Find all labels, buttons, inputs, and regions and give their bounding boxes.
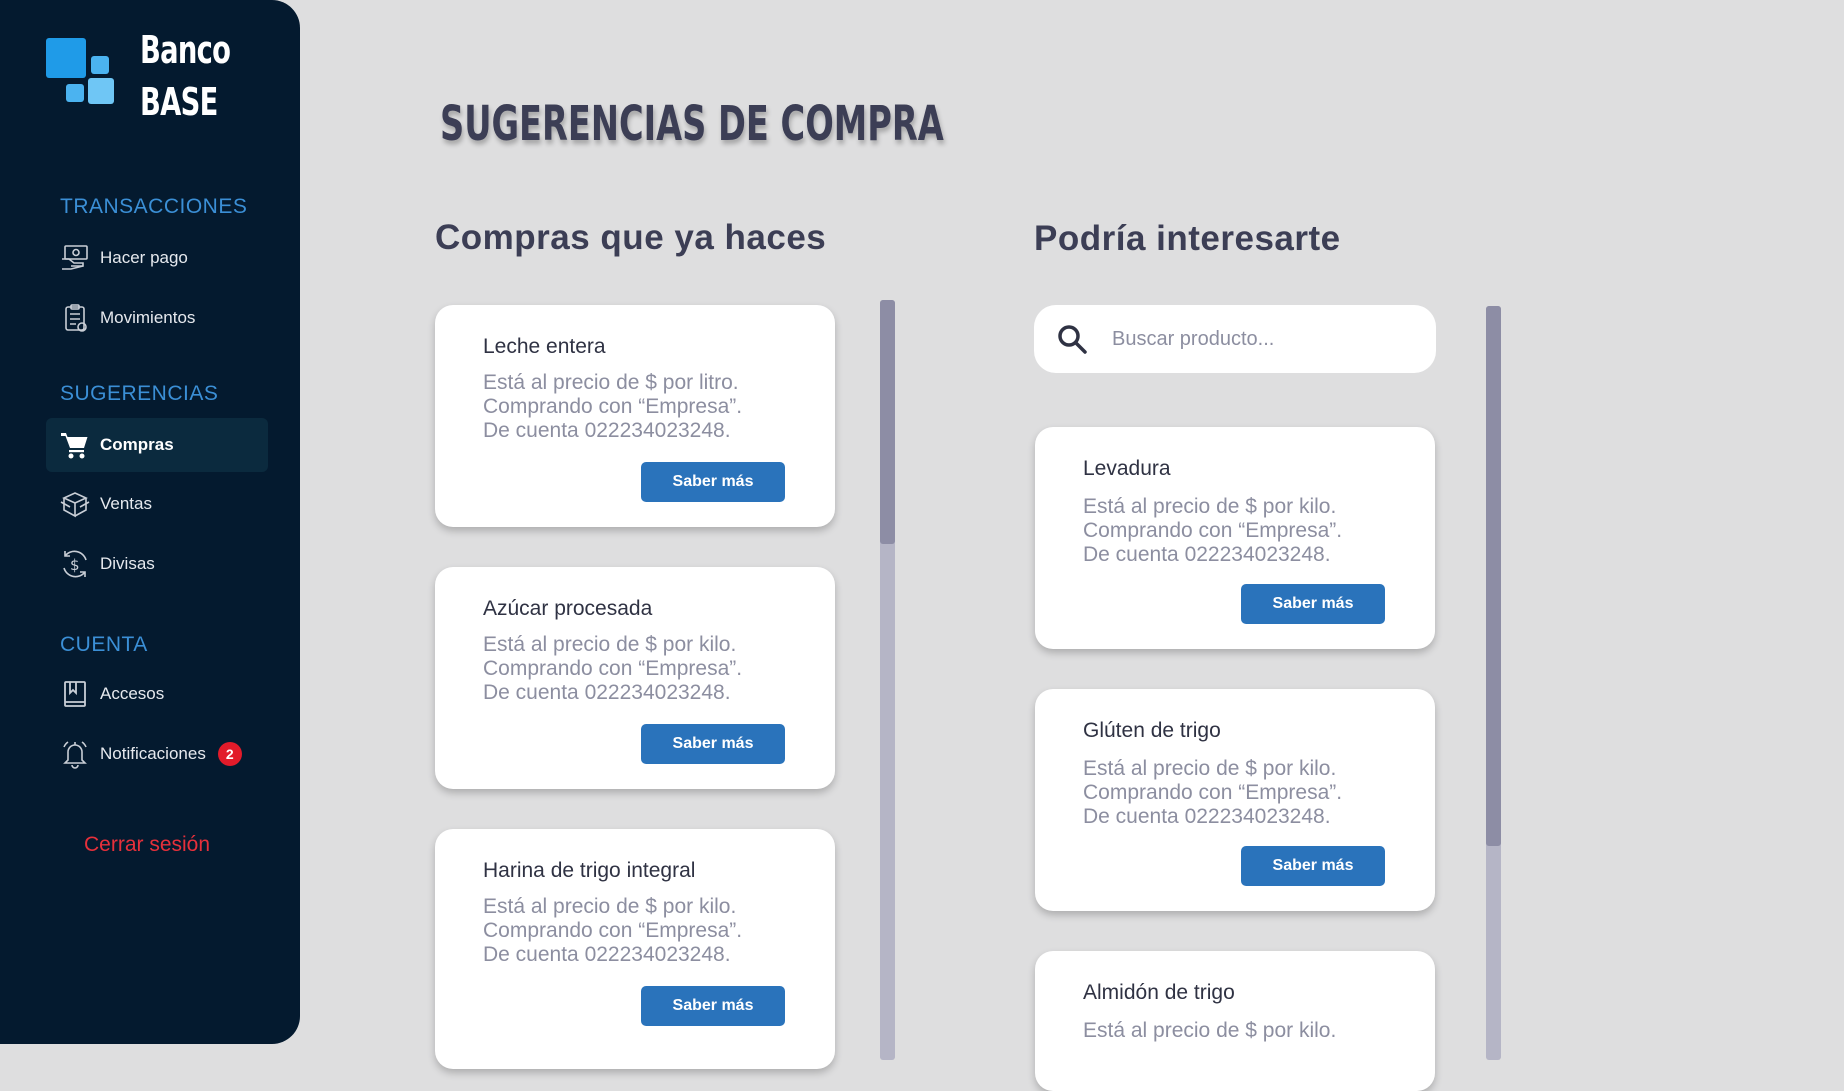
bank-logo-icon xyxy=(46,38,116,108)
saber-mas-button[interactable]: Saber más xyxy=(1241,846,1385,886)
card-description: Está al precio de $ por kilo. Comprando … xyxy=(483,633,743,704)
receipt-icon xyxy=(58,301,92,335)
search-input[interactable] xyxy=(1110,326,1414,352)
saber-mas-button[interactable]: Saber más xyxy=(641,986,785,1026)
sidebar-item-compras[interactable]: Compras xyxy=(46,418,268,472)
card-description: Está al precio de $ por kilo. Comprando … xyxy=(1083,757,1343,828)
card-product-name: Leche entera xyxy=(483,335,606,358)
card-description: Está al precio de $ por kilo. Comprando … xyxy=(483,895,743,966)
left-scrollbar[interactable] xyxy=(880,300,895,1060)
card-product-name: Levadura xyxy=(1083,457,1171,480)
notification-badge: 2 xyxy=(217,742,242,766)
sidebar-item-movimientos[interactable]: Movimientos xyxy=(46,291,268,345)
brand-name: Banco BASE xyxy=(140,24,231,128)
suggestion-card: Levadura Está al precio de $ por kilo. C… xyxy=(1035,427,1435,649)
saber-mas-button[interactable]: Saber más xyxy=(641,462,785,502)
svg-text:$: $ xyxy=(70,556,80,574)
card-description: Está al precio de $ por litro. Comprando… xyxy=(483,371,743,442)
sidebar-item-label: Divisas xyxy=(100,554,155,573)
suggestion-card: Almidón de trigo Está al precio de $ por… xyxy=(1035,951,1435,1091)
right-scrollbar[interactable] xyxy=(1486,306,1501,1060)
suggestion-card: Azúcar procesada Está al precio de $ por… xyxy=(435,567,835,789)
right-scrollbar-thumb[interactable] xyxy=(1486,306,1501,846)
suggestion-card: Harina de trigo integral Está al precio … xyxy=(435,829,835,1069)
sidebar-item-label: Movimientos xyxy=(100,308,196,327)
sidebar-item-accesos[interactable]: Accesos xyxy=(46,667,268,721)
card-product-name: Harina de trigo integral xyxy=(483,859,696,882)
sidebar: Banco BASE TRANSACCIONES Hacer pago Movi… xyxy=(0,0,300,1044)
sidebar-item-label: Ventas xyxy=(100,494,152,513)
sidebar-item-notificaciones[interactable]: Notificaciones 2 xyxy=(46,727,286,781)
suggestion-card: Leche entera Está al precio de $ por lit… xyxy=(435,305,835,527)
section-transacciones: TRANSACCIONES xyxy=(60,195,248,218)
search-bar[interactable] xyxy=(1034,305,1436,373)
saber-mas-button[interactable]: Saber más xyxy=(1241,584,1385,624)
suggestion-card: Glúten de trigo Está al precio de $ por … xyxy=(1035,689,1435,911)
sidebar-item-hacer-pago[interactable]: Hacer pago xyxy=(46,231,268,285)
left-column-title: Compras que ya haces xyxy=(435,218,827,257)
card-product-name: Azúcar procesada xyxy=(483,597,653,620)
sidebar-item-label: Hacer pago xyxy=(100,248,188,267)
right-column-title: Podría interesarte xyxy=(1034,219,1341,258)
payment-icon xyxy=(58,241,92,275)
sidebar-item-ventas[interactable]: Ventas xyxy=(46,477,268,531)
brand-line2: BASE xyxy=(140,80,218,124)
card-description: Está al precio de $ por kilo. xyxy=(1083,1019,1337,1042)
logout-link[interactable]: Cerrar sesión xyxy=(84,833,210,857)
currency-exchange-icon: $ xyxy=(58,547,92,581)
card-product-name: Almidón de trigo xyxy=(1083,981,1235,1004)
card-description: Está al precio de $ por kilo. Comprando … xyxy=(1083,495,1343,566)
card-product-name: Glúten de trigo xyxy=(1083,719,1221,742)
book-icon xyxy=(58,677,92,711)
section-sugerencias: SUGERENCIAS xyxy=(60,382,219,405)
box-icon xyxy=(58,487,92,521)
cart-icon xyxy=(58,428,92,462)
section-cuenta: CUENTA xyxy=(60,633,148,656)
saber-mas-button[interactable]: Saber más xyxy=(641,724,785,764)
page-title: SUGERENCIAS DE COMPRA xyxy=(440,96,944,152)
bell-icon xyxy=(58,737,92,771)
sidebar-item-label: Accesos xyxy=(100,684,165,703)
search-icon xyxy=(1056,322,1090,356)
left-scrollbar-thumb[interactable] xyxy=(880,300,895,544)
brand-line1: Banco xyxy=(140,28,231,72)
sidebar-item-divisas[interactable]: $ Divisas xyxy=(46,537,268,591)
sidebar-item-label: Compras xyxy=(100,435,174,454)
sidebar-item-label: Notificaciones xyxy=(100,744,206,763)
